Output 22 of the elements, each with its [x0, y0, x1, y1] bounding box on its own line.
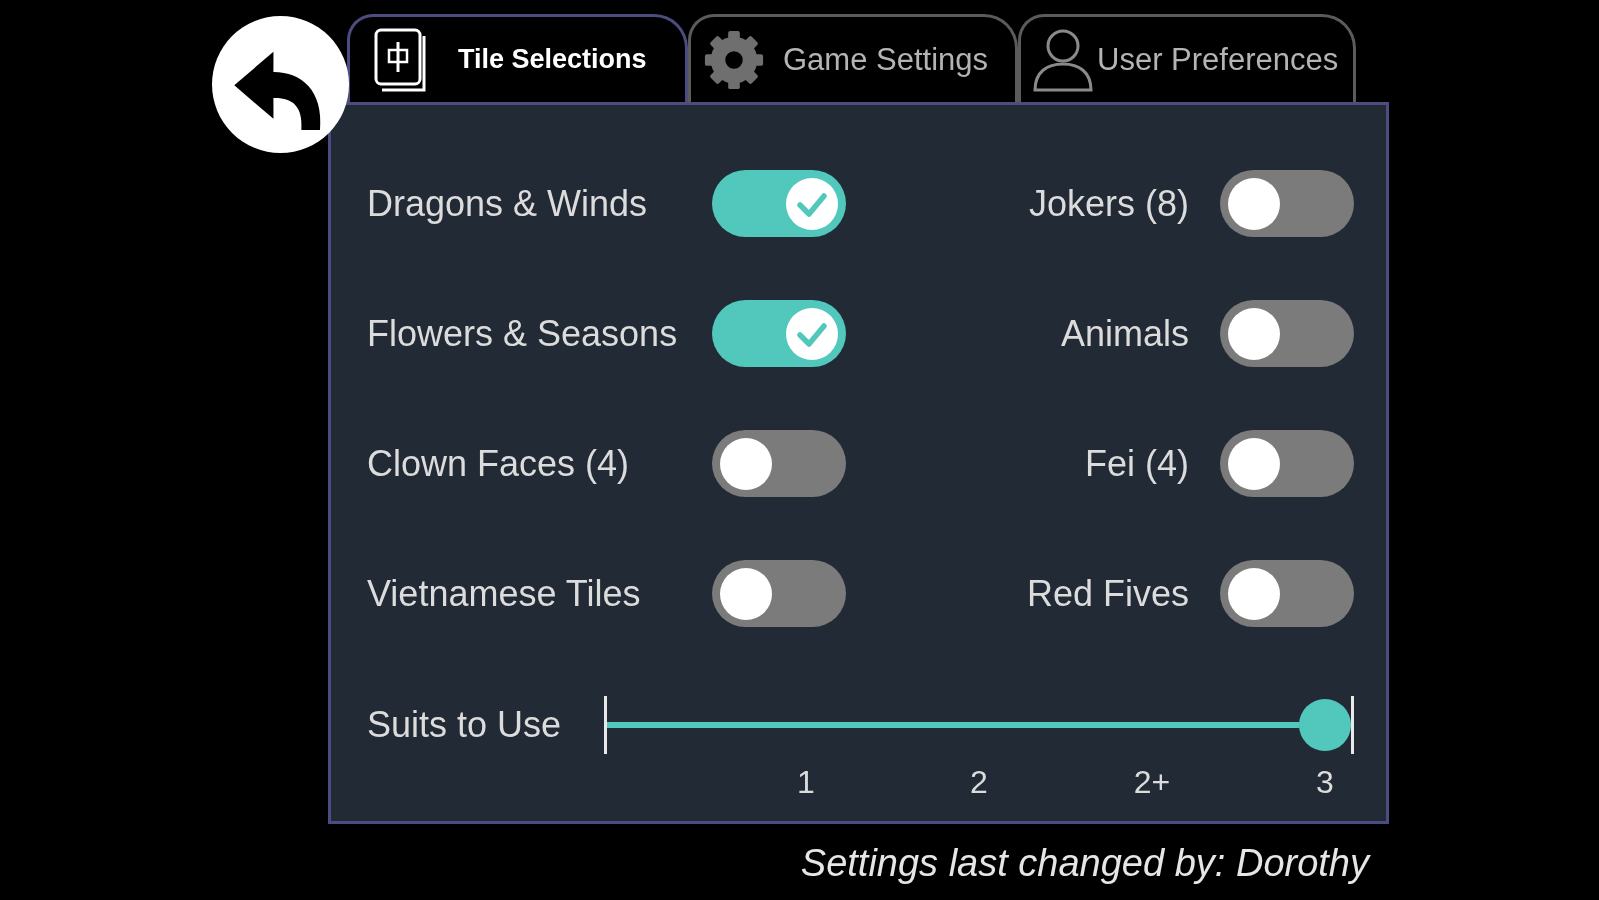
option-label: Flowers & Seasons	[367, 312, 679, 355]
option-label: Dragons & Winds	[367, 182, 649, 225]
option-label: Jokers (8)	[1028, 182, 1189, 225]
option-label: Vietnamese Tiles	[367, 572, 642, 615]
tab[interactable]: Game Settings	[688, 14, 1018, 102]
tab[interactable]: Tile Selections	[347, 14, 688, 102]
tick-label: 2	[969, 764, 989, 801]
slider-label: Suits to Use	[367, 703, 563, 747]
tick-label: 3	[1315, 764, 1335, 801]
tick-label: 2+	[1132, 764, 1172, 801]
option-label: Red Fives	[1026, 572, 1189, 615]
status-text: Settings last changed by: Dorothy	[800, 842, 1369, 885]
tab[interactable]: User Preferences	[1018, 14, 1356, 102]
check-icon	[786, 307, 838, 360]
tile-icon	[374, 27, 428, 92]
option-label: Fei (4)	[1085, 442, 1189, 485]
option-label: Clown Faces (4)	[367, 442, 631, 485]
option-label: Animals	[1060, 312, 1189, 355]
check-icon	[786, 177, 838, 230]
user-icon	[1031, 27, 1095, 92]
tick-label: 1	[796, 764, 816, 801]
gear-icon	[703, 28, 765, 91]
